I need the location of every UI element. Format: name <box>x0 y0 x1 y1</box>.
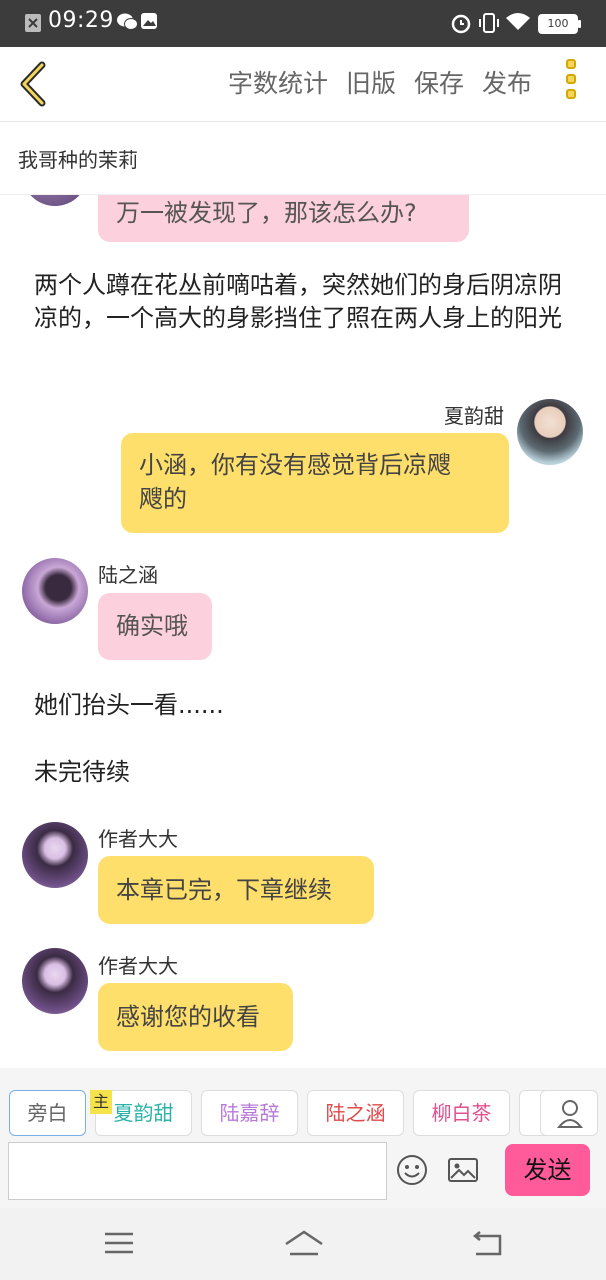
alarm-icon <box>450 12 472 38</box>
message-text: 飕的 <box>139 485 187 513</box>
home-icon <box>285 1230 323 1256</box>
message-text: 本章已完，下章继续 <box>116 876 332 904</box>
word-count-button[interactable]: 字数统计 <box>228 67 328 101</box>
send-button[interactable]: 发送 <box>505 1144 590 1196</box>
back-arrow-icon <box>472 1231 502 1256</box>
nav-actions: 字数统计 旧版 保存 发布 <box>228 67 532 101</box>
publish-button[interactable]: 发布 <box>482 67 532 101</box>
clock: 09:29 <box>48 8 114 33</box>
message-bubble[interactable]: 确实哦 <box>98 593 212 660</box>
book-title[interactable]: 我哥种的茉莉 <box>18 144 138 173</box>
message-bubble[interactable]: 感谢您的收看 <box>98 983 293 1051</box>
avatar[interactable] <box>517 399 583 465</box>
emoji-button[interactable] <box>396 1154 428 1186</box>
smiley-icon <box>397 1155 427 1185</box>
avatar[interactable] <box>22 558 88 624</box>
avatar[interactable] <box>22 822 88 888</box>
vibrate-icon <box>478 12 500 38</box>
save-button[interactable]: 保存 <box>414 67 464 101</box>
message-text: 小涵，你有没有感觉背后凉飕 <box>139 451 451 479</box>
wechat-icon <box>116 12 138 36</box>
battery-indicator: 100 <box>538 14 581 34</box>
photo-icon <box>140 12 158 34</box>
speaker-name: 陆之涵 <box>98 563 158 587</box>
speaker-name: 作者大大 <box>98 827 178 851</box>
message-text: 感谢您的收看 <box>116 1003 260 1031</box>
narration-text[interactable]: 她们抬头一看...... <box>34 689 579 722</box>
message-bubble[interactable]: 小涵，你有没有感觉背后凉飕 飕的 <box>121 433 509 533</box>
message-bubble[interactable]: 万一被发现了，那该怎么办? <box>98 195 469 242</box>
menu-dot-icon <box>566 59 576 69</box>
message-bubble[interactable]: 本章已完，下章继续 <box>98 856 374 924</box>
back-button[interactable] <box>14 61 54 107</box>
menu-button[interactable] <box>100 1228 140 1260</box>
message-text: 万一被发现了，那该怎么办? <box>116 199 417 227</box>
hamburger-icon <box>105 1232 133 1254</box>
system-navigation-bar <box>0 1208 606 1280</box>
message-input[interactable] <box>8 1142 387 1200</box>
notification-icon <box>24 13 42 37</box>
character-tab-lujiaci[interactable]: 陆嘉辞 <box>201 1090 298 1136</box>
speaker-name: 夏韵甜 <box>444 404 504 428</box>
book-title-bar: 我哥种的茉莉 <box>0 122 606 195</box>
user-icon <box>556 1100 584 1128</box>
narration-text[interactable]: 未完待续 <box>34 756 579 789</box>
top-nav: 字数统计 旧版 保存 发布 <box>0 47 606 122</box>
image-button[interactable] <box>447 1154 479 1186</box>
chat-area[interactable]: 万一被发现了，那该怎么办? 两个人蹲在花丛前嘀咕着，突然她们的身后阴凉阴凉的，一… <box>0 195 606 1067</box>
image-icon <box>448 1158 478 1182</box>
status-bar: 09:29 100 <box>0 0 606 47</box>
home-button[interactable] <box>282 1228 323 1260</box>
more-menu-button[interactable] <box>566 59 580 109</box>
speaker-name: 作者大大 <box>98 954 178 978</box>
chevron-left-icon <box>20 61 46 107</box>
message-text: 确实哦 <box>116 612 188 640</box>
character-bar: 旁白 夏韵甜 主 陆嘉辞 陆之涵 柳白茶 发送 <box>0 1068 606 1208</box>
character-tab-narrator[interactable]: 旁白 <box>9 1090 86 1136</box>
character-manager-button[interactable] <box>540 1090 598 1136</box>
back-nav-button[interactable] <box>468 1228 508 1260</box>
character-tab-liubaicha[interactable]: 柳白茶 <box>413 1090 510 1136</box>
narration-text[interactable]: 两个人蹲在花丛前嘀咕着，突然她们的身后阴凉阴凉的，一个高大的身影挡住了照在两人身… <box>34 269 579 335</box>
avatar[interactable] <box>22 195 88 206</box>
wifi-icon <box>505 12 531 36</box>
avatar[interactable] <box>22 948 88 1014</box>
old-version-button[interactable]: 旧版 <box>346 67 396 101</box>
host-badge: 主 <box>90 1090 112 1114</box>
menu-dot-icon <box>566 89 576 99</box>
character-tab-luzhihan[interactable]: 陆之涵 <box>307 1090 404 1136</box>
menu-dot-icon <box>566 74 576 84</box>
